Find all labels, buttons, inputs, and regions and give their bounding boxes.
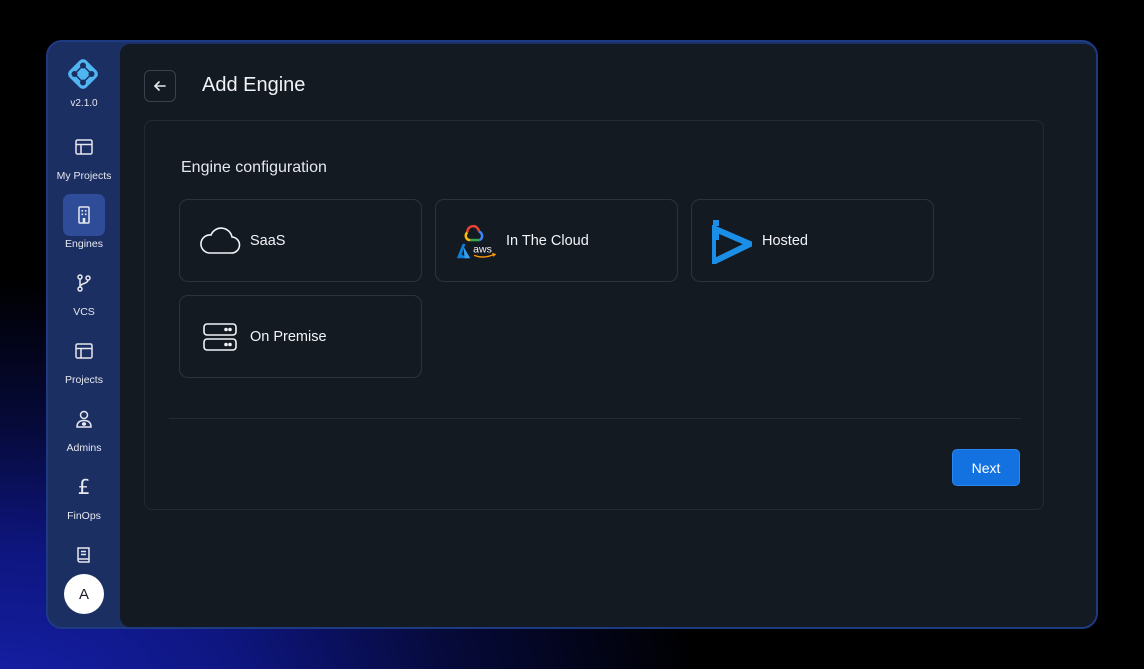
app-window: v2.1.0 My Projects Engines VCS Projects …	[46, 40, 1098, 629]
sidebar-item-label: VCS	[73, 306, 95, 318]
option-in-the-cloud[interactable]: aws In The Cloud	[435, 199, 678, 282]
pound-icon: £	[77, 475, 91, 499]
cloud-providers-icon: aws	[456, 224, 497, 259]
sidebar-item-vcs[interactable]: VCS	[48, 262, 120, 322]
sidebar-item-label: Admins	[66, 442, 102, 454]
section-title: Engine configuration	[181, 159, 327, 176]
option-hosted[interactable]: Hosted	[691, 199, 934, 282]
sidebar-item-label: My Projects	[56, 170, 112, 182]
option-label: SaaS	[250, 233, 286, 249]
book-icon	[77, 547, 90, 563]
main-content: Add Engine Engine configuration SaaS aws…	[120, 44, 1096, 627]
option-on-premise[interactable]: On Premise	[179, 295, 422, 378]
sidebar-item-my-projects[interactable]: My Projects	[48, 126, 120, 186]
app-logo-icon[interactable]	[65, 56, 101, 92]
sidebar-item-label: FinOps	[67, 510, 101, 522]
sidebar-item-projects[interactable]: Projects	[48, 330, 120, 390]
aws-wordmark: aws	[473, 243, 492, 255]
sidebar-item-finops[interactable]: £ FinOps	[48, 466, 120, 526]
back-button[interactable]	[144, 70, 176, 102]
next-button[interactable]: Next	[952, 449, 1020, 486]
option-label: On Premise	[250, 329, 327, 345]
server-icon	[203, 323, 237, 351]
hosted-logo-icon	[712, 220, 752, 264]
app-version: v2.1.0	[70, 98, 98, 109]
user-shield-icon	[76, 410, 92, 428]
layout-icon	[75, 343, 93, 359]
layout-icon	[75, 139, 93, 155]
option-label: In The Cloud	[506, 233, 589, 249]
sidebar: v2.1.0 My Projects Engines VCS Projects …	[48, 42, 120, 627]
engine-config-panel: Engine configuration SaaS aws In The Clo…	[144, 120, 1044, 510]
sidebar-item-label: Engines	[65, 238, 103, 250]
option-saas[interactable]: SaaS	[179, 199, 422, 282]
sidebar-item-admins[interactable]: Admins	[48, 398, 120, 458]
avatar[interactable]: A	[64, 574, 104, 614]
arrow-left-icon	[154, 81, 166, 91]
cloud-icon	[200, 227, 241, 254]
option-label: Hosted	[762, 233, 808, 249]
sidebar-item-engines[interactable]: Engines	[48, 194, 120, 254]
divider	[169, 418, 1021, 419]
sidebar-item-label: Projects	[65, 374, 103, 386]
building-icon	[78, 206, 90, 224]
page-title: Add Engine	[202, 74, 306, 96]
git-branch-icon	[77, 274, 91, 292]
